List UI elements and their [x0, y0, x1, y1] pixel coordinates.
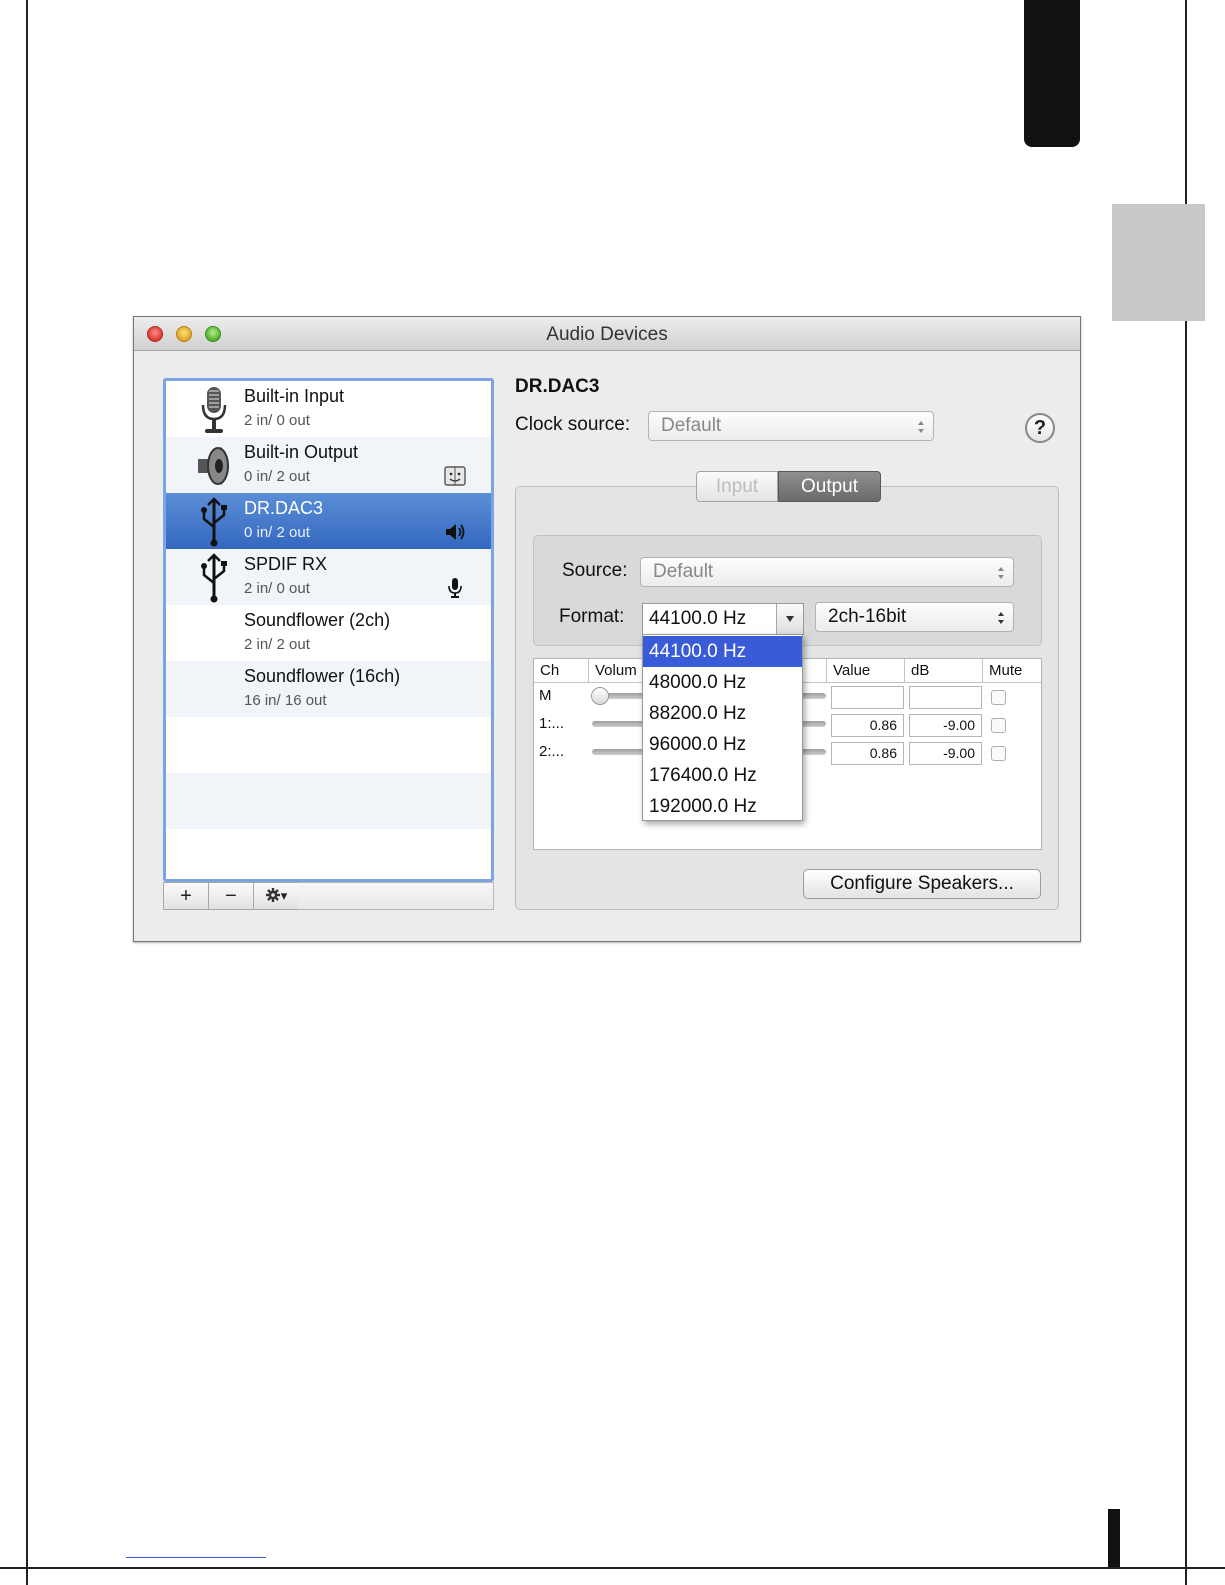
page-thumb-tab-black	[1024, 0, 1080, 147]
device-name: Built-in Input	[244, 386, 345, 406]
device-io: 16 in/ 16 out	[244, 692, 327, 709]
device-name: Built-in Output	[244, 442, 359, 462]
remove-device-button[interactable]: −	[208, 882, 254, 910]
format-bits-value: 2ch-16bit	[828, 606, 907, 627]
format-rate-dropdown-button[interactable]	[776, 604, 803, 634]
device-io: 0 in/ 2 out	[244, 524, 310, 541]
device-name: Soundflower (16ch)	[244, 666, 401, 686]
menu-item-rate[interactable]: 48000.0 Hz	[643, 667, 802, 698]
page-bottom-rule	[0, 1567, 1225, 1569]
device-io: 2 in/ 0 out	[244, 580, 310, 597]
usb-icon	[201, 553, 227, 603]
microphone-small-icon	[448, 578, 462, 598]
source-value: Default	[653, 561, 714, 582]
page-link-underline	[126, 1557, 266, 1558]
title-bar: Audio Devices	[134, 317, 1080, 351]
add-device-button[interactable]: +	[163, 882, 209, 910]
updown-arrows-icon	[998, 567, 1004, 579]
source-label: Source:	[562, 560, 628, 581]
speaker-volume-icon	[446, 524, 465, 540]
device-io: 0 in/ 2 out	[244, 468, 310, 485]
menu-item-rate[interactable]: 96000.0 Hz	[643, 729, 802, 760]
updown-arrows-icon	[918, 421, 924, 433]
col-header-value[interactable]: Value	[827, 659, 905, 682]
row-channel: 2:...	[539, 743, 565, 760]
db-field[interactable]	[909, 686, 982, 709]
device-name: Soundflower (2ch)	[244, 610, 391, 630]
menu-item-rate[interactable]: 176400.0 Hz	[643, 760, 802, 791]
row-channel: M	[539, 687, 552, 704]
microphone-icon	[201, 387, 227, 433]
device-io: 2 in/ 0 out	[244, 412, 310, 429]
source-popup[interactable]: Default	[640, 557, 1014, 587]
empty-row	[166, 773, 491, 829]
menu-item-rate[interactable]: 192000.0 Hz	[643, 791, 802, 822]
page-thumb-tab-grey	[1112, 204, 1205, 321]
device-io: 2 in/ 2 out	[244, 636, 310, 653]
clock-source-value: Default	[661, 415, 722, 436]
device-list-toolbar: + − ▾	[163, 882, 494, 910]
device-list[interactable]: Built-in Input 2 in/ 0 out Built-in Outp…	[163, 378, 494, 882]
menu-item-rate[interactable]: 88200.0 Hz	[643, 698, 802, 729]
row-channel: 1:...	[539, 715, 565, 732]
col-header-ch[interactable]: Ch	[534, 659, 589, 682]
clock-source-label: Clock source:	[515, 414, 631, 435]
page-corner-bar	[1108, 1509, 1120, 1567]
page-left-rule	[26, 0, 28, 1585]
db-field[interactable]: -9.00	[909, 714, 982, 737]
tab-output[interactable]: Output	[778, 471, 881, 502]
volume-slider-knob[interactable]	[591, 687, 609, 705]
col-header-mute[interactable]: Mute	[983, 659, 1041, 682]
device-title: DR.DAC3	[515, 376, 600, 397]
col-header-db[interactable]: dB	[905, 659, 983, 682]
configure-speakers-button[interactable]: Configure Speakers...	[803, 869, 1041, 899]
help-button[interactable]: ?	[1025, 413, 1055, 443]
gear-menu-arrow: ▾	[280, 888, 288, 903]
usb-icon	[201, 497, 227, 547]
device-row-built-in-output[interactable]: Built-in Output 0 in/ 2 out	[166, 437, 491, 493]
format-rate-menu: 44100.0 Hz 48000.0 Hz 88200.0 Hz 96000.0…	[642, 634, 803, 821]
format-rate-value: 44100.0 Hz	[649, 608, 747, 629]
device-name: DR.DAC3	[244, 498, 324, 518]
value-field[interactable]: 0.86	[831, 714, 904, 737]
value-field[interactable]: 0.86	[831, 742, 904, 765]
format-label: Format:	[559, 606, 625, 627]
clock-source-popup[interactable]: Default	[648, 411, 934, 441]
mute-checkbox[interactable]	[991, 690, 1006, 705]
finder-icon	[444, 466, 466, 486]
device-row-soundflower-2ch[interactable]: Soundflower (2ch) 2 in/ 2 out	[166, 605, 491, 661]
device-row-built-in-input[interactable]: Built-in Input 2 in/ 0 out	[166, 381, 491, 437]
empty-row	[166, 717, 491, 773]
menu-item-rate[interactable]: 44100.0 Hz	[643, 636, 802, 667]
device-row-soundflower-16ch[interactable]: Soundflower (16ch) 16 in/ 16 out	[166, 661, 491, 717]
tab-input[interactable]: Input	[696, 471, 778, 502]
value-field[interactable]	[831, 686, 904, 709]
speaker-icon	[198, 447, 229, 485]
format-rate-combo[interactable]: 44100.0 Hz	[642, 603, 804, 635]
db-field[interactable]: -9.00	[909, 742, 982, 765]
chevron-down-icon	[786, 616, 794, 622]
toolbar-filler	[298, 882, 494, 910]
mute-checkbox[interactable]	[991, 746, 1006, 761]
gear-menu-button[interactable]: ▾	[253, 882, 299, 910]
format-bits-popup[interactable]: 2ch-16bit	[815, 602, 1014, 632]
device-row-spdif-rx[interactable]: SPDIF RX 2 in/ 0 out	[166, 549, 491, 605]
audio-devices-window: Audio Devices Built-in Input 2 in/ 0 out…	[133, 316, 1081, 942]
gear-icon	[265, 888, 280, 902]
mute-checkbox[interactable]	[991, 718, 1006, 733]
window-title: Audio Devices	[546, 324, 668, 345]
updown-arrows-icon	[998, 612, 1004, 624]
device-row-dr-dac3[interactable]: DR.DAC3 0 in/ 2 out	[166, 493, 491, 549]
device-name: SPDIF RX	[244, 554, 328, 574]
